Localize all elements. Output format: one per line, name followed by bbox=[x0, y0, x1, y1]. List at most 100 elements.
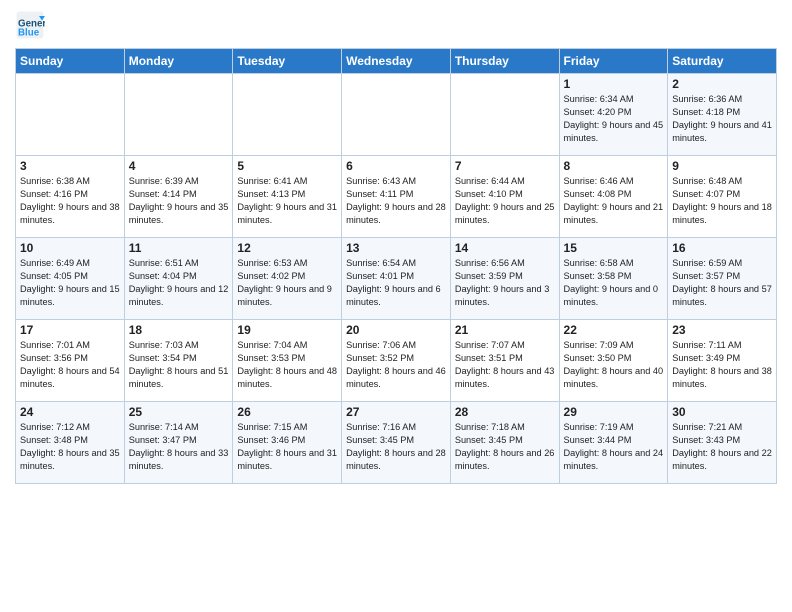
col-header-sunday: Sunday bbox=[16, 49, 125, 74]
day-number: 18 bbox=[129, 323, 229, 337]
day-number: 11 bbox=[129, 241, 229, 255]
day-info: Sunrise: 6:38 AM Sunset: 4:16 PM Dayligh… bbox=[20, 175, 120, 227]
calendar-cell: 29 Sunrise: 7:19 AM Sunset: 3:44 PM Dayli… bbox=[559, 402, 668, 484]
day-number: 9 bbox=[672, 159, 772, 173]
day-number: 16 bbox=[672, 241, 772, 255]
calendar-cell: 2 Sunrise: 6:36 AM Sunset: 4:18 PM Daylig… bbox=[668, 74, 777, 156]
col-header-saturday: Saturday bbox=[668, 49, 777, 74]
day-info: Sunrise: 6:56 AM Sunset: 3:59 PM Dayligh… bbox=[455, 257, 555, 309]
day-info: Sunrise: 7:03 AM Sunset: 3:54 PM Dayligh… bbox=[129, 339, 229, 391]
page-container: General Blue SundayMondayTuesdayWednesda… bbox=[0, 0, 792, 494]
day-info: Sunrise: 6:53 AM Sunset: 4:02 PM Dayligh… bbox=[237, 257, 337, 309]
calendar-cell: 6 Sunrise: 6:43 AM Sunset: 4:11 PM Daylig… bbox=[342, 156, 451, 238]
day-number: 29 bbox=[564, 405, 664, 419]
day-number: 19 bbox=[237, 323, 337, 337]
calendar-cell: 1Sunrise: 6:34 AM Sunset: 4:20 PM Daylig… bbox=[559, 74, 668, 156]
calendar-cell bbox=[16, 74, 125, 156]
col-header-tuesday: Tuesday bbox=[233, 49, 342, 74]
calendar-cell: 8Sunrise: 6:46 AM Sunset: 4:08 PM Daylig… bbox=[559, 156, 668, 238]
day-info: Sunrise: 7:19 AM Sunset: 3:44 PM Dayligh… bbox=[564, 421, 664, 473]
calendar-week-0: 1Sunrise: 6:34 AM Sunset: 4:20 PM Daylig… bbox=[16, 74, 777, 156]
day-number: 30 bbox=[672, 405, 772, 419]
day-number: 23 bbox=[672, 323, 772, 337]
calendar-cell: 26Sunrise: 7:15 AM Sunset: 3:46 PM Dayli… bbox=[233, 402, 342, 484]
calendar-cell: 13 Sunrise: 6:54 AM Sunset: 4:01 PM Dayli… bbox=[342, 238, 451, 320]
day-info: Sunrise: 7:12 AM Sunset: 3:48 PM Dayligh… bbox=[20, 421, 120, 473]
calendar-week-4: 24 Sunrise: 7:12 AM Sunset: 3:48 PM Dayli… bbox=[16, 402, 777, 484]
day-info: Sunrise: 6:39 AM Sunset: 4:14 PM Dayligh… bbox=[129, 175, 229, 227]
calendar-cell bbox=[124, 74, 233, 156]
day-info: Sunrise: 6:58 AM Sunset: 3:58 PM Dayligh… bbox=[564, 257, 664, 309]
day-number: 14 bbox=[455, 241, 555, 255]
day-number: 25 bbox=[129, 405, 229, 419]
calendar-cell: 22 Sunrise: 7:09 AM Sunset: 3:50 PM Dayli… bbox=[559, 320, 668, 402]
calendar-cell: 10 Sunrise: 6:49 AM Sunset: 4:05 PM Dayli… bbox=[16, 238, 125, 320]
header: General Blue bbox=[15, 10, 777, 40]
logo-icon: General Blue bbox=[15, 10, 45, 40]
day-info: Sunrise: 7:18 AM Sunset: 3:45 PM Dayligh… bbox=[455, 421, 555, 473]
calendar-header-row: SundayMondayTuesdayWednesdayThursdayFrid… bbox=[16, 49, 777, 74]
day-info: Sunrise: 7:04 AM Sunset: 3:53 PM Dayligh… bbox=[237, 339, 337, 391]
day-info: Sunrise: 7:11 AM Sunset: 3:49 PM Dayligh… bbox=[672, 339, 772, 391]
calendar-cell: 9 Sunrise: 6:48 AM Sunset: 4:07 PM Daylig… bbox=[668, 156, 777, 238]
calendar-cell: 18 Sunrise: 7:03 AM Sunset: 3:54 PM Dayli… bbox=[124, 320, 233, 402]
calendar-cell: 30 Sunrise: 7:21 AM Sunset: 3:43 PM Dayli… bbox=[668, 402, 777, 484]
col-header-monday: Monday bbox=[124, 49, 233, 74]
day-number: 13 bbox=[346, 241, 446, 255]
day-number: 27 bbox=[346, 405, 446, 419]
day-info: Sunrise: 6:54 AM Sunset: 4:01 PM Dayligh… bbox=[346, 257, 446, 309]
day-info: Sunrise: 7:09 AM Sunset: 3:50 PM Dayligh… bbox=[564, 339, 664, 391]
calendar-cell: 3 Sunrise: 6:38 AM Sunset: 4:16 PM Daylig… bbox=[16, 156, 125, 238]
col-header-friday: Friday bbox=[559, 49, 668, 74]
day-info: Sunrise: 7:06 AM Sunset: 3:52 PM Dayligh… bbox=[346, 339, 446, 391]
calendar-cell: 17 Sunrise: 7:01 AM Sunset: 3:56 PM Dayli… bbox=[16, 320, 125, 402]
day-number: 24 bbox=[20, 405, 120, 419]
calendar-body: 1Sunrise: 6:34 AM Sunset: 4:20 PM Daylig… bbox=[16, 74, 777, 484]
day-number: 12 bbox=[237, 241, 337, 255]
calendar-cell: 11Sunrise: 6:51 AM Sunset: 4:04 PM Dayli… bbox=[124, 238, 233, 320]
day-number: 5 bbox=[237, 159, 337, 173]
day-info: Sunrise: 7:01 AM Sunset: 3:56 PM Dayligh… bbox=[20, 339, 120, 391]
day-info: Sunrise: 7:21 AM Sunset: 3:43 PM Dayligh… bbox=[672, 421, 772, 473]
day-number: 3 bbox=[20, 159, 120, 173]
day-info: Sunrise: 6:49 AM Sunset: 4:05 PM Dayligh… bbox=[20, 257, 120, 309]
logo: General Blue bbox=[15, 10, 47, 40]
day-info: Sunrise: 6:36 AM Sunset: 4:18 PM Dayligh… bbox=[672, 93, 772, 145]
day-info: Sunrise: 6:48 AM Sunset: 4:07 PM Dayligh… bbox=[672, 175, 772, 227]
svg-text:Blue: Blue bbox=[18, 28, 40, 39]
calendar-cell: 16 Sunrise: 6:59 AM Sunset: 3:57 PM Dayli… bbox=[668, 238, 777, 320]
calendar-cell: 27 Sunrise: 7:16 AM Sunset: 3:45 PM Dayli… bbox=[342, 402, 451, 484]
day-number: 8 bbox=[564, 159, 664, 173]
calendar-cell: 4 Sunrise: 6:39 AM Sunset: 4:14 PM Daylig… bbox=[124, 156, 233, 238]
calendar-week-2: 10 Sunrise: 6:49 AM Sunset: 4:05 PM Dayli… bbox=[16, 238, 777, 320]
day-number: 28 bbox=[455, 405, 555, 419]
day-info: Sunrise: 6:59 AM Sunset: 3:57 PM Dayligh… bbox=[672, 257, 772, 309]
calendar-cell: 12 Sunrise: 6:53 AM Sunset: 4:02 PM Dayli… bbox=[233, 238, 342, 320]
calendar-cell: 20Sunrise: 7:06 AM Sunset: 3:52 PM Dayli… bbox=[342, 320, 451, 402]
day-info: Sunrise: 7:15 AM Sunset: 3:46 PM Dayligh… bbox=[237, 421, 337, 473]
calendar-cell: 15Sunrise: 6:58 AM Sunset: 3:58 PM Dayli… bbox=[559, 238, 668, 320]
col-header-thursday: Thursday bbox=[450, 49, 559, 74]
calendar-cell: 19 Sunrise: 7:04 AM Sunset: 3:53 PM Dayli… bbox=[233, 320, 342, 402]
calendar-week-3: 17 Sunrise: 7:01 AM Sunset: 3:56 PM Dayli… bbox=[16, 320, 777, 402]
calendar-cell: 25Sunrise: 7:14 AM Sunset: 3:47 PM Dayli… bbox=[124, 402, 233, 484]
day-number: 10 bbox=[20, 241, 120, 255]
day-number: 6 bbox=[346, 159, 446, 173]
day-info: Sunrise: 6:43 AM Sunset: 4:11 PM Dayligh… bbox=[346, 175, 446, 227]
calendar-cell: 23 Sunrise: 7:11 AM Sunset: 3:49 PM Dayli… bbox=[668, 320, 777, 402]
calendar-cell: 5 Sunrise: 6:41 AM Sunset: 4:13 PM Daylig… bbox=[233, 156, 342, 238]
day-number: 2 bbox=[672, 77, 772, 91]
day-number: 22 bbox=[564, 323, 664, 337]
calendar-cell: 14 Sunrise: 6:56 AM Sunset: 3:59 PM Dayli… bbox=[450, 238, 559, 320]
col-header-wednesday: Wednesday bbox=[342, 49, 451, 74]
day-info: Sunrise: 6:34 AM Sunset: 4:20 PM Dayligh… bbox=[564, 93, 664, 145]
day-number: 7 bbox=[455, 159, 555, 173]
calendar-cell: 7 Sunrise: 6:44 AM Sunset: 4:10 PM Daylig… bbox=[450, 156, 559, 238]
day-number: 4 bbox=[129, 159, 229, 173]
day-info: Sunrise: 6:44 AM Sunset: 4:10 PM Dayligh… bbox=[455, 175, 555, 227]
day-info: Sunrise: 6:41 AM Sunset: 4:13 PM Dayligh… bbox=[237, 175, 337, 227]
day-number: 17 bbox=[20, 323, 120, 337]
day-info: Sunrise: 7:16 AM Sunset: 3:45 PM Dayligh… bbox=[346, 421, 446, 473]
calendar-cell bbox=[450, 74, 559, 156]
calendar-cell bbox=[342, 74, 451, 156]
